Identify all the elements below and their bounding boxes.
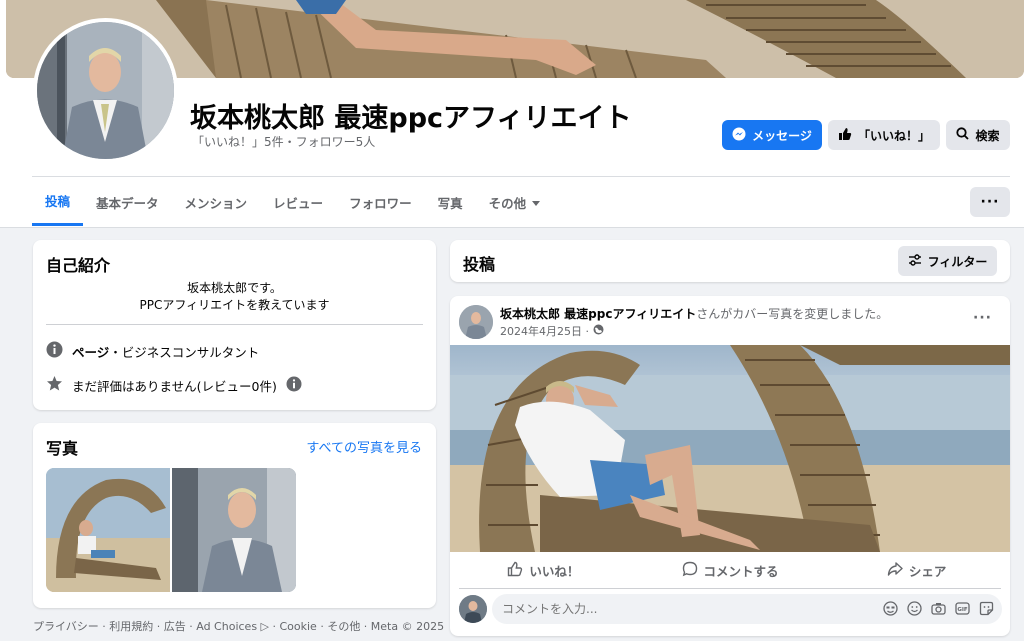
post-date[interactable]: 2024年4月25日 · [500, 323, 589, 339]
page-category-row: ページ・ビジネスコンサルタント [46, 341, 259, 361]
bio-line-1: 坂本桃太郎です。 [187, 281, 282, 295]
rating-row: まだ評価はありません(レビュー0件) [46, 375, 302, 395]
post-image[interactable] [450, 345, 1010, 552]
tab-mentions[interactable]: メンション [172, 178, 261, 226]
svg-text:GIF: GIF [957, 607, 968, 613]
post-author-avatar[interactable] [459, 305, 493, 339]
like-label: いいね！ [529, 563, 580, 579]
tab-photos[interactable]: 写真 [425, 178, 476, 226]
profile-picture[interactable] [33, 18, 178, 163]
filter-button[interactable]: フィルター [898, 246, 997, 276]
tab-followers[interactable]: フォロワー [336, 178, 425, 226]
message-button[interactable]: メッセージ [722, 120, 822, 150]
intro-title: 自己紹介 [46, 256, 111, 275]
more-options-button[interactable]: ··· [970, 187, 1010, 217]
info-icon [46, 341, 63, 361]
photos-card: 写真 すべての写真を見る [33, 423, 436, 608]
post-divider [459, 588, 1001, 589]
rating-text: まだ評価はありません(レビュー0件) [72, 378, 277, 394]
sticker-icon[interactable] [978, 600, 994, 616]
photo-thumbnail[interactable] [46, 468, 170, 592]
footer-links[interactable]: プライバシー · 利用規約 · 広告 · Ad Choices ▷ · Cook… [33, 618, 444, 634]
search-icon [956, 127, 970, 143]
comment-button[interactable]: コメントする [637, 554, 824, 586]
post-card: 坂本桃太郎 最速ppcアフィリエイトさんがカバー写真を変更しました。 2024年… [450, 296, 1010, 636]
post-actions: いいね！ コメントする シェア [450, 554, 1010, 586]
intro-card: 自己紹介 坂本桃太郎です。 PPCアフィリエイトを教えています ページ・ビジネス… [33, 240, 436, 410]
tab-reviews[interactable]: レビュー [260, 178, 336, 226]
share-button[interactable]: シェア [823, 554, 1010, 586]
posts-header-card: 投稿 フィルター [450, 240, 1010, 282]
like-page-label: 「いいね！」 [857, 128, 930, 143]
camera-icon[interactable] [930, 600, 946, 616]
filter-label: フィルター [927, 254, 988, 269]
bio: 坂本桃太郎です。 PPCアフィリエイトを教えています [33, 280, 436, 314]
avatar-sticker-icon[interactable] [882, 600, 898, 616]
caret-down-icon [532, 195, 541, 210]
header-divider [32, 176, 1010, 177]
see-all-photos-link[interactable]: すべての写真を見る [306, 437, 422, 456]
rating-info-icon[interactable] [286, 376, 302, 395]
emoji-icon[interactable] [906, 600, 922, 616]
message-button-label: メッセージ [752, 128, 812, 143]
filter-sliders-icon [908, 253, 922, 269]
ellipsis-icon: ··· [980, 194, 1000, 210]
tab-more[interactable]: その他 [476, 178, 554, 226]
intro-divider [46, 324, 423, 325]
post-header-text: 坂本桃太郎 最速ppcアフィリエイトさんがカバー写真を変更しました。 [500, 305, 888, 322]
comment-bubble-icon [682, 561, 698, 580]
post-action-text: さんがカバー写真を変更しました。 [696, 307, 889, 321]
search-button-label: 検索 [975, 128, 1000, 143]
photo-thumbnail[interactable] [172, 468, 296, 592]
share-label: シェア [908, 563, 947, 579]
post-options-button[interactable]: ··· [973, 310, 992, 326]
share-arrow-icon [887, 561, 903, 580]
page-tabs: 投稿 基本データ メンション レビュー フォロワー 写真 その他 [32, 178, 553, 226]
photos-title: 写真 [46, 439, 79, 458]
page-category: ・ビジネスコンサルタント [109, 344, 260, 360]
messenger-icon [732, 127, 746, 144]
page-stats: 「いいね！」5件・フォロワー5人 [192, 135, 376, 149]
comment-tools: GIF [882, 600, 994, 616]
bio-line-2: PPCアフィリエイトを教えています [139, 298, 330, 312]
globe-icon [593, 324, 604, 338]
thumbs-up-icon [838, 127, 852, 144]
posts-title: 投稿 [463, 255, 496, 274]
post-meta: 2024年4月25日 · [500, 323, 604, 339]
tab-about[interactable]: 基本データ [83, 178, 172, 226]
like-page-button[interactable]: 「いいね！」 [828, 120, 940, 150]
search-button[interactable]: 検索 [946, 120, 1010, 150]
comment-box: GIF [492, 594, 1002, 624]
page-label: ページ [72, 344, 110, 360]
like-button[interactable]: いいね！ [450, 554, 637, 586]
tab-posts[interactable]: 投稿 [32, 178, 84, 226]
thumbs-up-outline-icon [507, 561, 523, 580]
commenter-avatar[interactable] [459, 595, 487, 623]
post-author-name[interactable]: 坂本桃太郎 最速ppcアフィリエイト [500, 307, 696, 321]
comment-label: コメントする [703, 563, 779, 579]
page-title: 坂本桃太郎 最速ppcアフィリエイト [190, 103, 632, 134]
star-icon [46, 375, 63, 395]
page-header: 坂本桃太郎 最速ppcアフィリエイト 「いいね！」5件・フォロワー5人 メッセー… [0, 0, 1024, 228]
gif-icon[interactable]: GIF [954, 600, 970, 616]
comment-input[interactable] [502, 594, 862, 624]
